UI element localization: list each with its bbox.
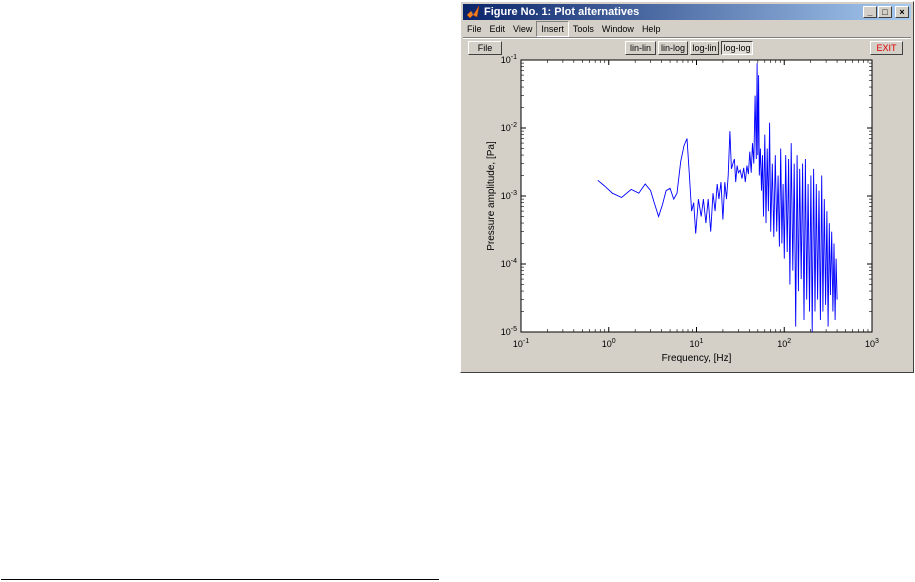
x-tick-label: 101 — [690, 338, 704, 349]
y-axis-label: Pressure amplitude, [Pa] — [486, 141, 497, 251]
pressure-spectrum-chart: 10-1 100 101 102 103 10-5 10-4 10-3 10-2 10-1 Freq… — [486, 54, 879, 364]
x-tick-label: 10-1 — [513, 338, 529, 349]
y-tick-label: 10-3 — [501, 190, 517, 201]
x-tick-label: 102 — [777, 338, 791, 349]
figure-window: Figure No. 1: Plot alternatives _ □ × Fi… — [460, 1, 914, 373]
y-tick-label: 10-5 — [501, 326, 517, 337]
y-tick-label: 10-4 — [501, 258, 517, 269]
page-rule — [1, 579, 439, 580]
x-tick-label: 103 — [865, 338, 879, 349]
x-tick-label: 100 — [602, 338, 616, 349]
y-tick-label: 10-2 — [501, 122, 517, 133]
y-tick-label: 10-1 — [501, 54, 517, 65]
x-axis-label: Frequency, [Hz] — [662, 353, 732, 364]
